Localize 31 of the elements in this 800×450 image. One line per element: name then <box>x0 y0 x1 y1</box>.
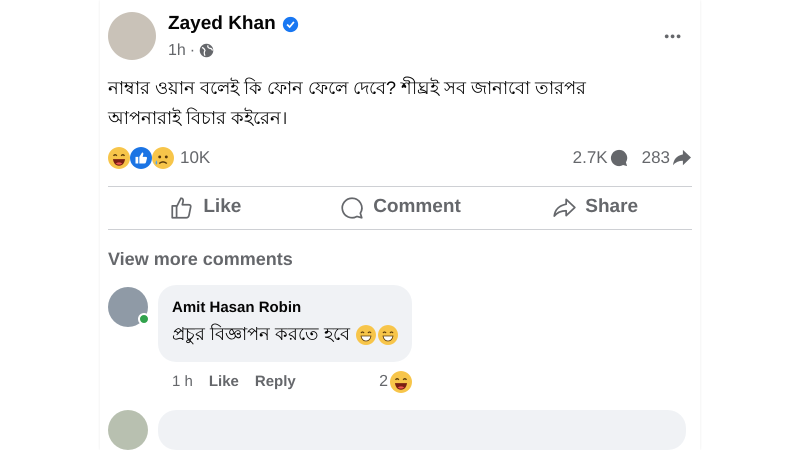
post-action-button[interactable]: Share <box>497 188 692 228</box>
commenter-name[interactable]: Amit Hasan Robin <box>172 296 398 319</box>
comment-like-link[interactable]: Like <box>208 370 239 394</box>
laugh-reaction-icon <box>390 371 412 393</box>
reaction-count[interactable]: 10K <box>180 145 210 171</box>
speech-bubble-icon <box>339 194 366 220</box>
comment-time[interactable]: 1 h <box>172 370 193 394</box>
comment-reply-link[interactable]: Reply <box>254 370 296 394</box>
rolling-laugh-emoji-icon <box>356 324 376 344</box>
globe-icon <box>199 43 214 58</box>
share-arrow-icon <box>672 149 692 167</box>
view-more-comments-link[interactable]: View more comments <box>108 246 293 272</box>
laugh-emoji-icon <box>108 147 130 169</box>
comment-reaction-count[interactable]: 2 <box>379 370 388 394</box>
post-action-button[interactable]: Comment <box>302 188 498 228</box>
avatar-photo-placeholder[interactable] <box>108 12 156 60</box>
commenter-avatar-placeholder[interactable] <box>108 410 148 450</box>
post-time[interactable]: 1h <box>168 38 186 62</box>
separator-dot: · <box>190 40 196 60</box>
grinning-emoji-icon <box>378 324 398 344</box>
post-action-button[interactable]: Like <box>108 188 303 228</box>
commenter-avatar-placeholder[interactable] <box>108 286 148 326</box>
more-options-button[interactable]: ••• <box>664 26 682 47</box>
author-name[interactable]: Zayed Khan <box>168 10 276 38</box>
post-text: নাম্বার ওয়ান বলেই কি ফোন ফেলে দেবে? শীঘ্রই সব জানাবো তারপর আপনারাই বিচার কইরেন। <box>108 76 588 130</box>
comment-bubble-icon <box>610 149 628 167</box>
comment-text: প্রচুর বিজ্ঞাপন করতে হবে <box>172 322 350 346</box>
sad-emoji-icon <box>152 147 174 169</box>
share-count[interactable]: 283 <box>642 145 670 171</box>
comment-count[interactable]: 2.7K <box>572 145 608 171</box>
like-reaction-icon <box>130 147 152 169</box>
